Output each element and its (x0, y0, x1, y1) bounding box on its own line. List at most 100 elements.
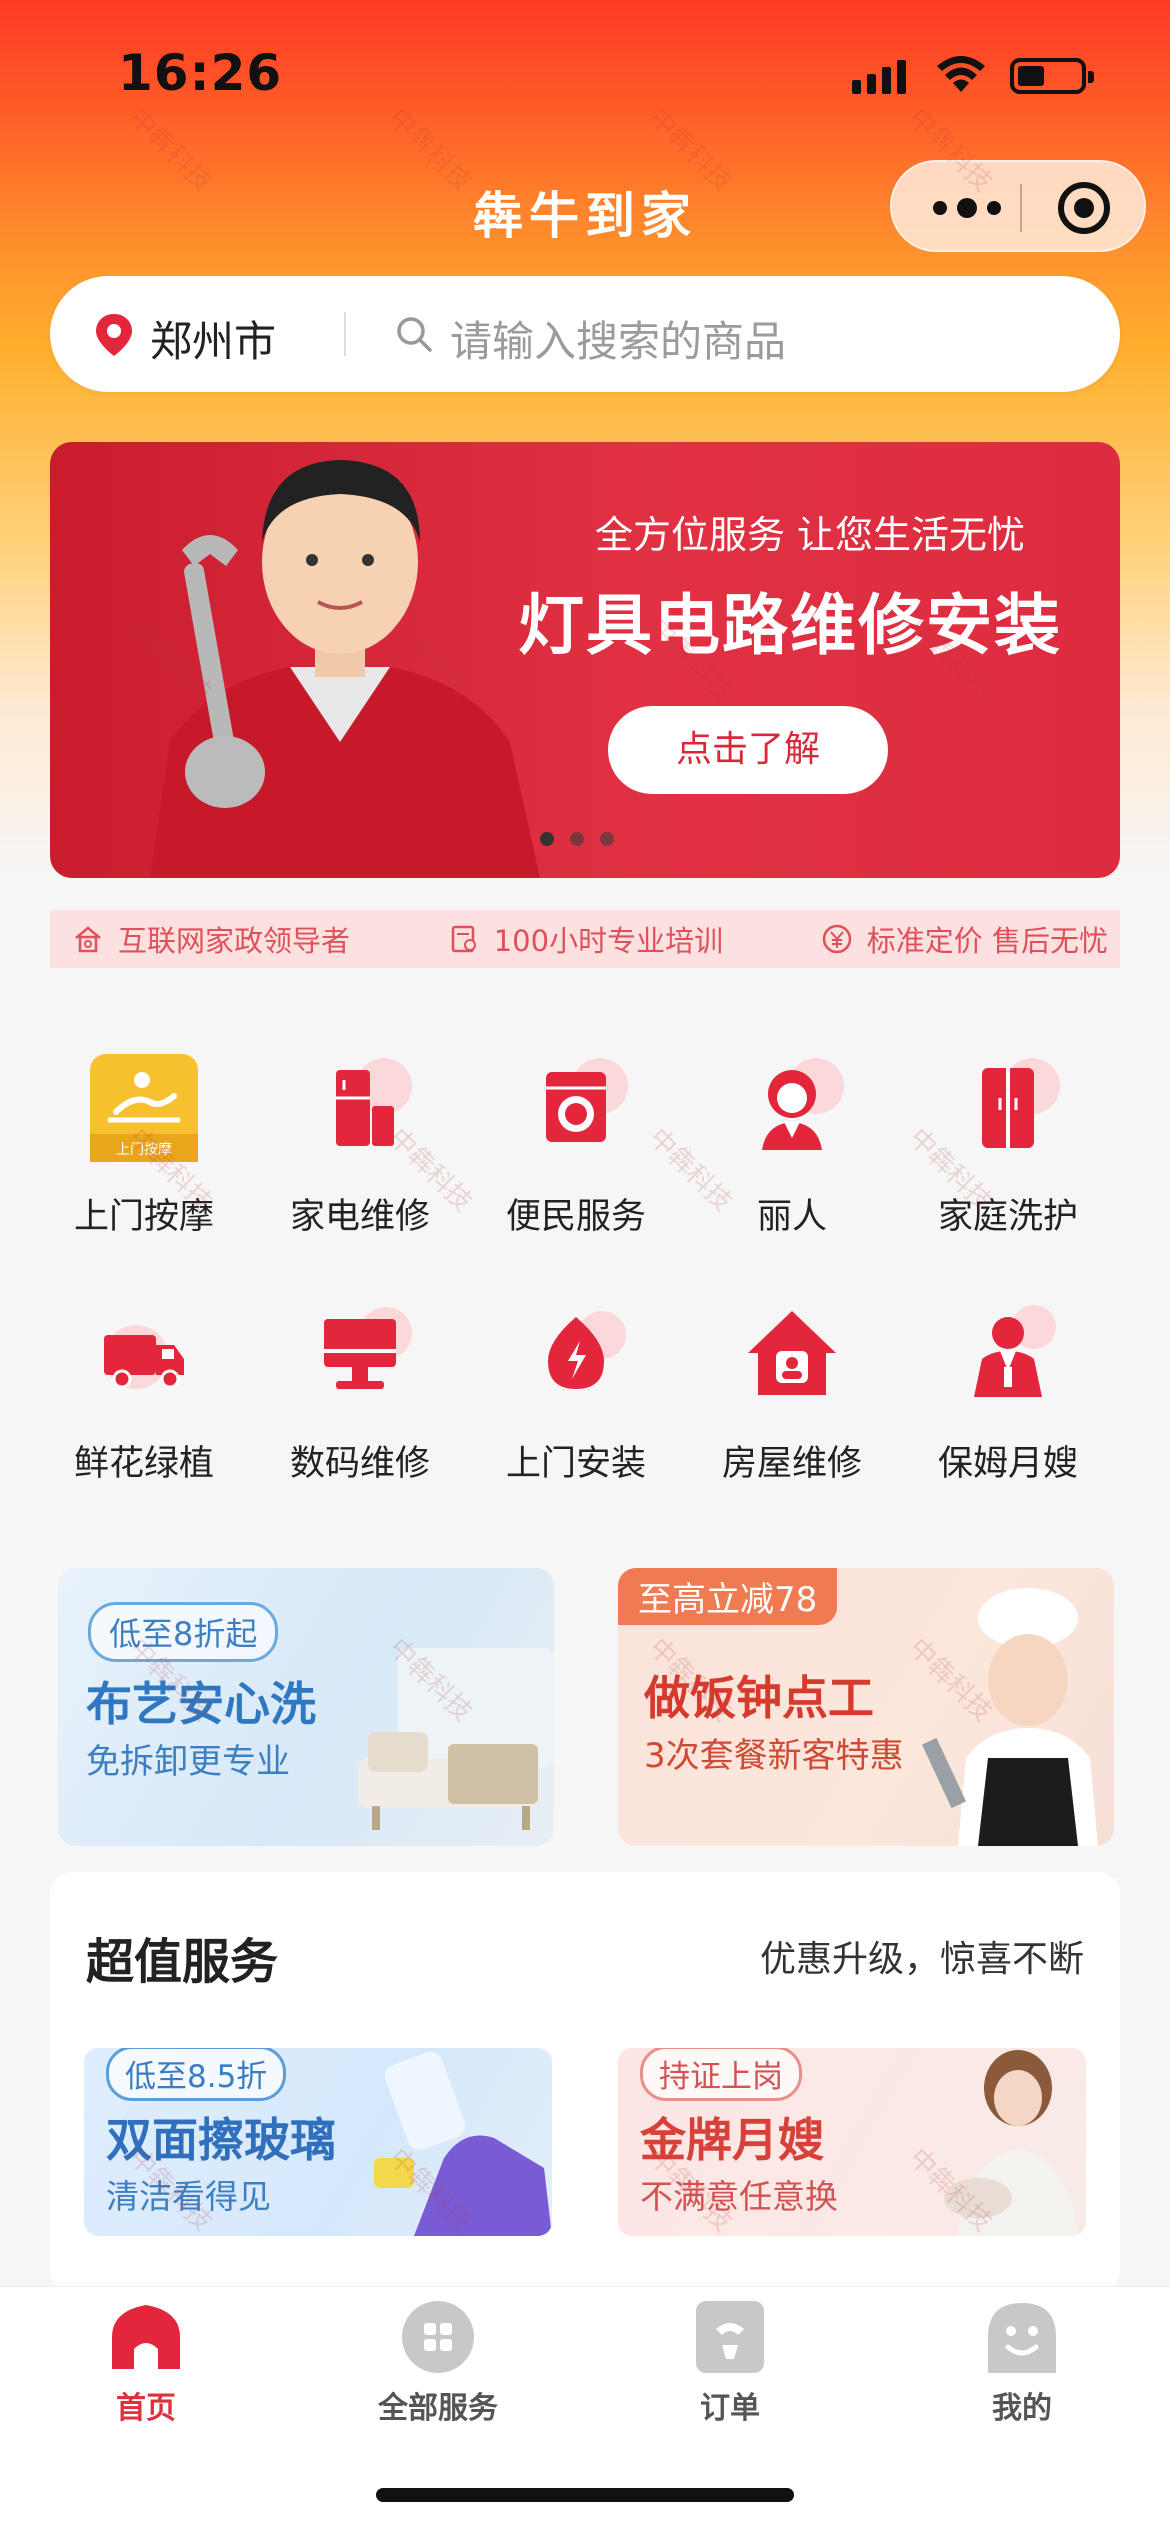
category-label: 丽人 (756, 1197, 827, 1237)
banner-headline: 灯具电路维修安装 (518, 587, 1062, 664)
promo-title: 做饭钟点工 (644, 1671, 874, 1725)
service-category-grid: 上门按摩 上门按摩 家电维修 便民服务 丽人 家庭洗护 鲜花绿植 数码维修 上门… (36, 1050, 1136, 1486)
value-card-title: 双面擦玻璃 (106, 2113, 336, 2167)
grid-icon (402, 2301, 474, 2373)
tab-label: 首页 (116, 2391, 176, 2426)
value-card-maternity-nanny[interactable]: 持证上岗 金牌月嫂 不满意任意换 (618, 2048, 1086, 2236)
carousel-dot (600, 832, 614, 846)
lightning-icon (548, 1311, 626, 1389)
category-label: 家庭洗护 (937, 1197, 1078, 1237)
category-appliance-repair[interactable]: 家电维修 (252, 1050, 468, 1239)
feature-label: 100小时专业培训 (493, 924, 724, 958)
battery-icon (1010, 58, 1094, 94)
wardrobe-icon (982, 1058, 1060, 1148)
category-nanny[interactable]: 保姆月嫂 (900, 1297, 1116, 1486)
tab-home[interactable]: 首页 (56, 2297, 236, 2427)
value-services-section: 超值服务 优惠升级，惊喜不断 低至8.5折 双面擦玻璃 清洁看得见 持证上岗 金… (50, 1872, 1120, 2292)
category-label: 鲜花绿植 (73, 1444, 214, 1484)
sofa-illustration (358, 1648, 554, 1830)
feature-label: 标准定价 售后无忧 (866, 924, 1108, 958)
category-label: 保姆月嫂 (937, 1444, 1078, 1484)
search-divider (344, 312, 346, 356)
promo-banner[interactable]: 全方位服务 让您生活无忧 灯具电路维修安装 点击了解 (50, 442, 1120, 878)
home-icon (112, 2305, 180, 2369)
cellular-signal-icon (852, 58, 906, 94)
category-label: 上门按摩 (73, 1197, 214, 1237)
chef-illustration (921, 1588, 1098, 1846)
capsule-divider (1020, 184, 1022, 232)
feature-item: 互联网家政领导者 (72, 918, 350, 960)
carousel-dot (540, 832, 554, 846)
value-card-tag: 持证上岗 (640, 2048, 802, 2101)
tab-profile[interactable]: 我的 (932, 2297, 1112, 2427)
appliance-icon (336, 1058, 412, 1146)
feature-item: 标准定价 售后无忧 (821, 918, 1108, 960)
glove-cleaning-illustration (374, 2051, 552, 2236)
tab-label: 订单 (700, 2391, 760, 2426)
status-time: 16:26 (118, 44, 283, 102)
section-title: 超值服务 (86, 1934, 279, 1990)
svg-text:上门按摩: 上门按摩 (116, 1141, 172, 1158)
category-label: 数码维修 (289, 1444, 430, 1484)
nanny-icon (974, 1305, 1056, 1397)
search-bar[interactable]: 郑州市 请输入搜索的商品 (50, 276, 1120, 392)
monitor-icon (324, 1307, 412, 1389)
value-card-tag: 低至8.5折 (106, 2048, 287, 2101)
value-card-subtitle: 清洁看得见 (106, 2177, 271, 2216)
tab-orders[interactable]: 订单 (640, 2297, 820, 2427)
category-label: 房屋维修 (721, 1444, 862, 1484)
woman-icon (762, 1058, 844, 1150)
promo-subtitle: 免拆卸更专业 (86, 1742, 290, 1782)
category-convenience[interactable]: 便民服务 (468, 1050, 684, 1239)
miniprogram-capsule (890, 160, 1146, 252)
feature-label: 互联网家政领导者 (118, 924, 351, 958)
search-input[interactable]: 请输入搜索的商品 (450, 308, 786, 369)
profile-icon (988, 2303, 1056, 2373)
carousel-indicator (540, 832, 614, 846)
value-card-subtitle: 不满意任意换 (640, 2177, 838, 2216)
category-home-installation[interactable]: 上门安装 (468, 1297, 684, 1486)
category-label: 家电维修 (289, 1197, 430, 1237)
banner-slogan: 全方位服务 让您生活无忧 (594, 513, 1026, 557)
service-guarantees-strip: 互联网家政领导者 100小时专业培训 标准定价 售后无忧 (50, 910, 1120, 968)
carousel-dot (570, 832, 584, 846)
house-repair-icon (748, 1311, 836, 1395)
category-beauty[interactable]: 丽人 (684, 1050, 900, 1239)
home-indicator (376, 2488, 794, 2502)
promo-card-hourly-cook[interactable]: 至高立减78 做饭钟点工 3次套餐新客特惠 (618, 1568, 1114, 1846)
washing-machine-icon (546, 1058, 628, 1142)
order-icon (696, 2301, 764, 2373)
more-menu-icon[interactable] (926, 188, 1008, 228)
promo-card-fabric-cleaning[interactable]: 低至8折起 布艺安心洗 免拆卸更专业 (58, 1568, 554, 1846)
promo-corner-tag: 至高立减78 (618, 1568, 838, 1625)
mother-baby-illustration (944, 2050, 1078, 2236)
promo-subtitle: 3次套餐新客特惠 (644, 1736, 904, 1776)
massage-icon: 上门按摩 (90, 1054, 198, 1162)
yen-icon (822, 924, 852, 954)
category-massage[interactable]: 上门按摩 上门按摩 (36, 1050, 252, 1239)
promo-tag: 低至8折起 (88, 1602, 279, 1662)
category-label: 上门安装 (505, 1444, 646, 1484)
feature-item: 100小时专业培训 (448, 918, 723, 960)
wifi-icon (937, 56, 985, 92)
value-card-title: 金牌月嫂 (640, 2113, 824, 2167)
category-label: 便民服务 (505, 1197, 646, 1237)
category-home-laundry[interactable]: 家庭洗护 (900, 1050, 1116, 1239)
category-flowers-plants[interactable]: 鲜花绿植 (36, 1297, 252, 1486)
category-house-repair[interactable]: 房屋维修 (684, 1297, 900, 1486)
category-digital-repair[interactable]: 数码维修 (252, 1297, 468, 1486)
city-selector[interactable]: 郑州市 (150, 308, 276, 369)
search-icon (397, 317, 432, 352)
tab-label: 全部服务 (378, 2391, 498, 2426)
house-icon (75, 926, 101, 953)
certificate-icon (451, 925, 476, 953)
truck-icon (104, 1325, 184, 1389)
value-card-window-cleaning[interactable]: 低至8.5折 双面擦玻璃 清洁看得见 (84, 2048, 552, 2236)
tab-label: 我的 (992, 2391, 1052, 2426)
close-target-icon[interactable] (1058, 182, 1110, 234)
tab-all-services[interactable]: 全部服务 (348, 2297, 528, 2427)
location-pin-icon[interactable] (94, 312, 134, 358)
banner-learn-more-button[interactable]: 点击了解 (608, 706, 888, 794)
status-bar: 16:26 (0, 0, 1170, 150)
section-subtitle: 优惠升级，惊喜不断 (759, 1939, 1084, 1980)
